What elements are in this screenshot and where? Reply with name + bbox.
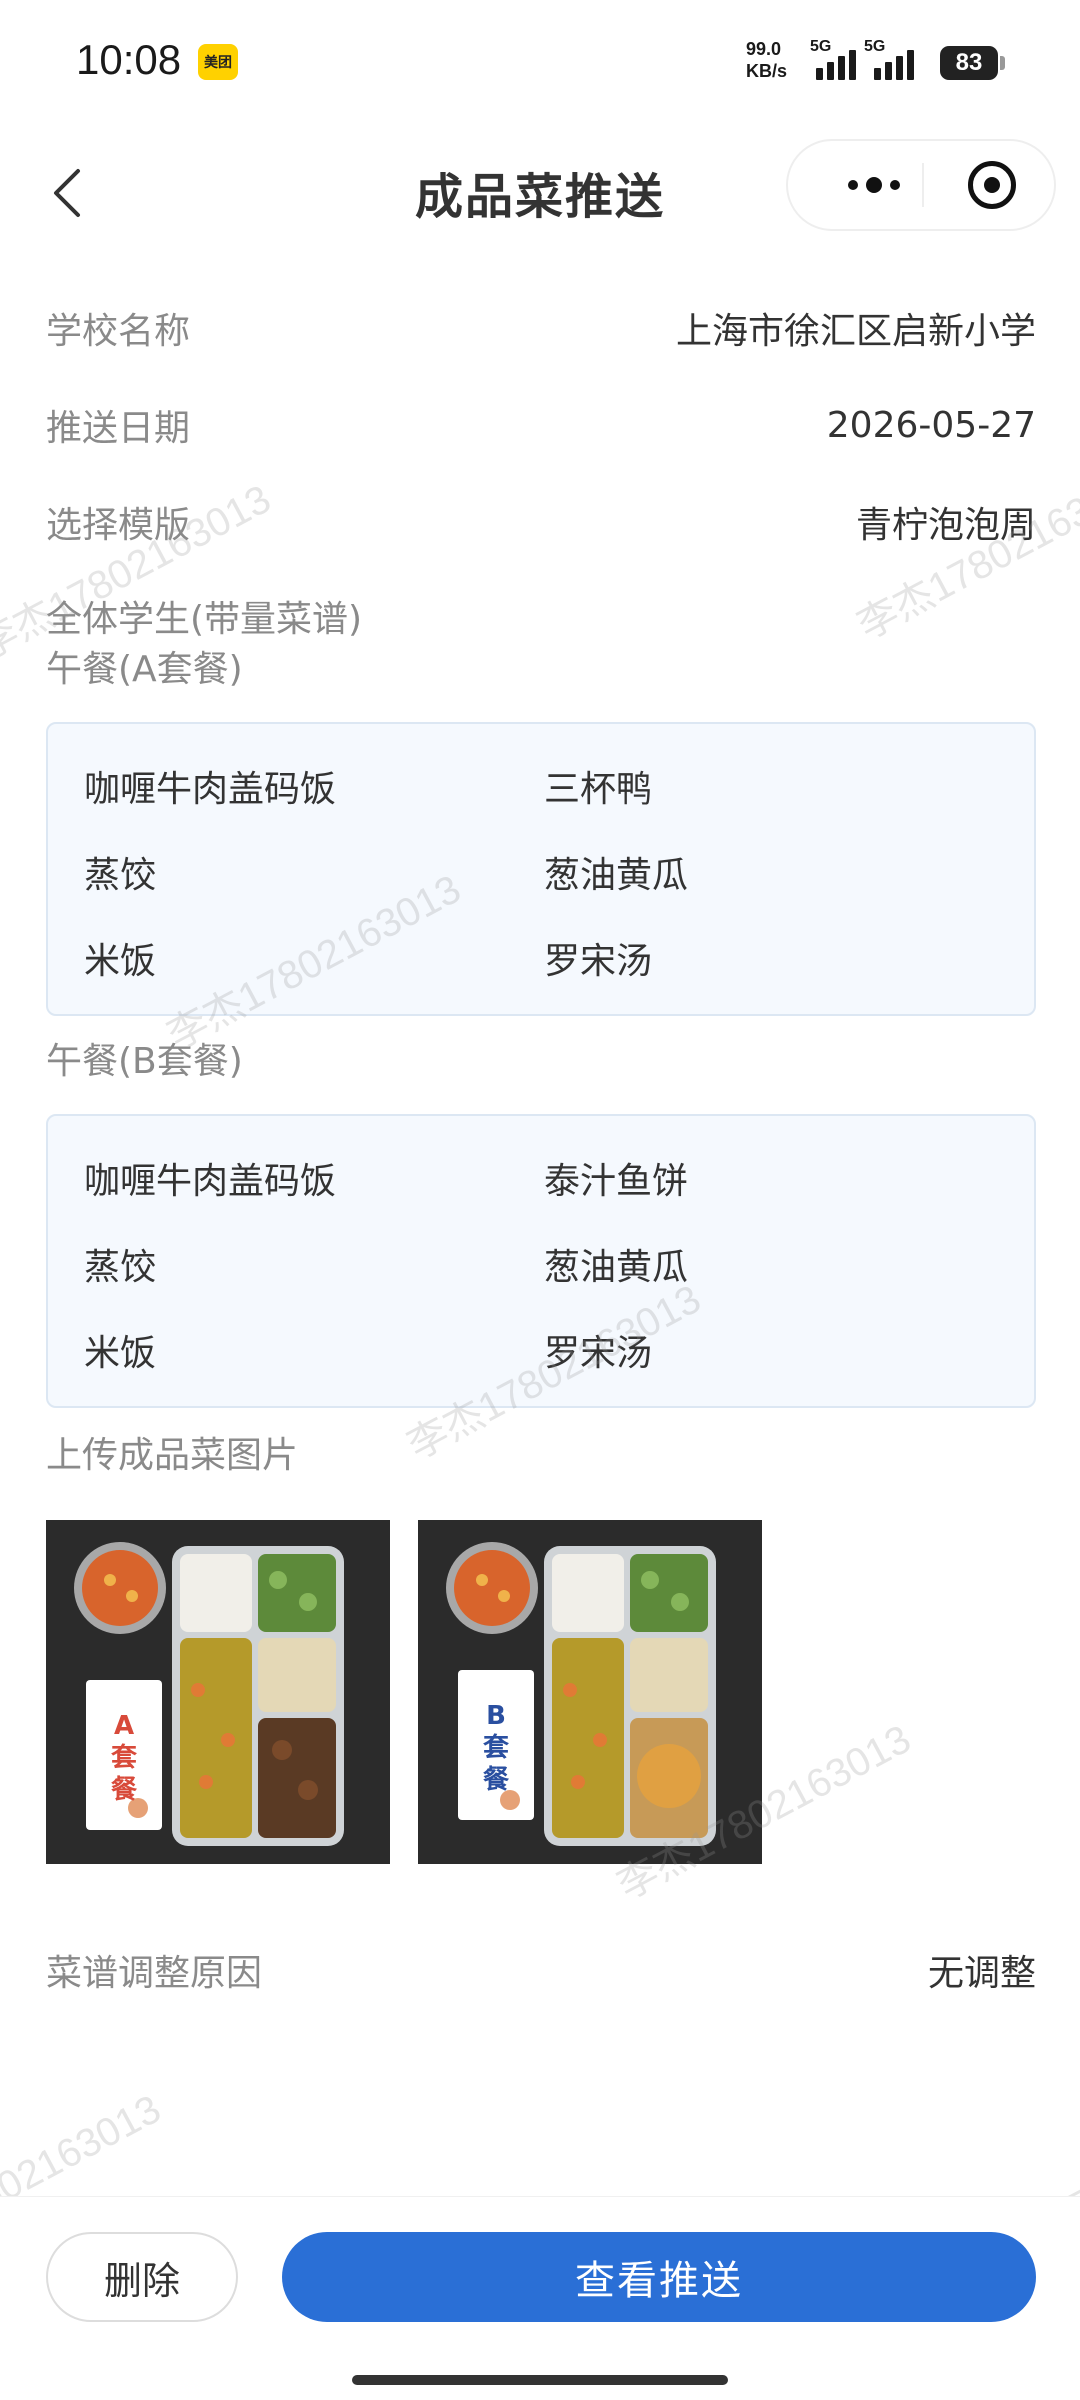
menu-b-item: 咖喱牛肉盖码饭 (84, 1161, 337, 1202)
adjust-reason-value: 无调整 (927, 1953, 1036, 1994)
capsule-divider (922, 163, 924, 207)
menu-a-title: 午餐(A套餐) (46, 649, 243, 690)
menu-b-item: 蒸饺 (84, 1247, 157, 1288)
delete-button[interactable]: 删除 (46, 2232, 238, 2322)
menu-a-box: 咖喱牛肉盖码饭 三杯鸭 蒸饺 葱油黄瓜 米饭 罗宋汤 (46, 722, 1036, 1016)
school-value: 上海市徐汇区启新小学 (675, 311, 1036, 352)
school-label: 学校名称 (46, 311, 191, 352)
menu-b-item: 米饭 (84, 1333, 157, 1374)
battery-icon: 83 (940, 46, 998, 80)
template-label: 选择模版 (46, 505, 191, 546)
network-speed-value: 99.0 (746, 39, 782, 59)
meituan-badge-icon: 美团 (198, 44, 238, 80)
menu-b-item: 泰汁鱼饼 (544, 1161, 689, 1202)
signal-label-2: 5G (864, 38, 886, 55)
battery-tip (1000, 56, 1005, 70)
date-row: 推送日期 2026-05-27 (46, 395, 1036, 455)
close-mini-program-icon[interactable] (968, 161, 1016, 209)
date-value: 2026-05-27 (826, 404, 1036, 446)
school-row: 学校名称 上海市徐汇区启新小学 (46, 298, 1036, 358)
date-label: 推送日期 (46, 408, 191, 449)
signal-strength-icon-2: 5G (864, 38, 914, 80)
signal-label: 5G (810, 38, 832, 55)
menu-b-item: 葱油黄瓜 (544, 1247, 689, 1288)
menu-b-box: 咖喱牛肉盖码饭 泰汁鱼饼 蒸饺 葱油黄瓜 米饭 罗宋汤 (46, 1114, 1036, 1408)
menu-b-title: 午餐(B套餐) (46, 1041, 243, 1082)
status-bar: 10:08 美团 99.0 KB/s 5G 5G 83 (0, 0, 1080, 125)
menu-group-title: 全体学生(带量菜谱) (46, 599, 363, 640)
nav-bar: 成品菜推送 (0, 125, 1080, 255)
mini-program-capsule (786, 139, 1056, 231)
meal-card-b-text: B套餐 (482, 1701, 509, 1795)
adjust-reason-label: 菜谱调整原因 (46, 1953, 263, 1994)
menu-a-item: 米饭 (84, 941, 157, 982)
network-speed: 99.0 KB/s (746, 38, 787, 82)
menu-a-item: 葱油黄瓜 (544, 855, 689, 896)
meal-photo-b[interactable]: B套餐 (418, 1520, 762, 1864)
template-value: 青柠泡泡周 (855, 505, 1036, 546)
menu-a-item: 蒸饺 (84, 855, 157, 896)
bottom-action-bar: 删除 查看推送 (0, 2196, 1080, 2400)
network-speed-unit: KB/s (746, 61, 788, 81)
menu-a-item: 三杯鸭 (544, 769, 653, 810)
menu-b-item: 罗宋汤 (544, 1333, 653, 1374)
menu-a-item: 罗宋汤 (544, 941, 653, 982)
status-time: 10:08 (76, 36, 182, 83)
meal-card-a-text: A套餐 (110, 1711, 137, 1805)
view-push-button[interactable]: 查看推送 (282, 2232, 1036, 2322)
template-row: 选择模版 青柠泡泡周 (46, 492, 1036, 552)
home-indicator[interactable] (352, 2375, 728, 2385)
signal-strength-icon: 5G (810, 38, 856, 80)
meal-photo-a[interactable]: A套餐 (46, 1520, 390, 1864)
adjust-reason-row: 菜谱调整原因 无调整 (46, 1940, 1036, 2000)
upload-photos-label: 上传成品菜图片 (46, 1435, 299, 1476)
more-options-icon[interactable] (824, 141, 924, 229)
menu-a-item: 咖喱牛肉盖码饭 (84, 769, 337, 810)
